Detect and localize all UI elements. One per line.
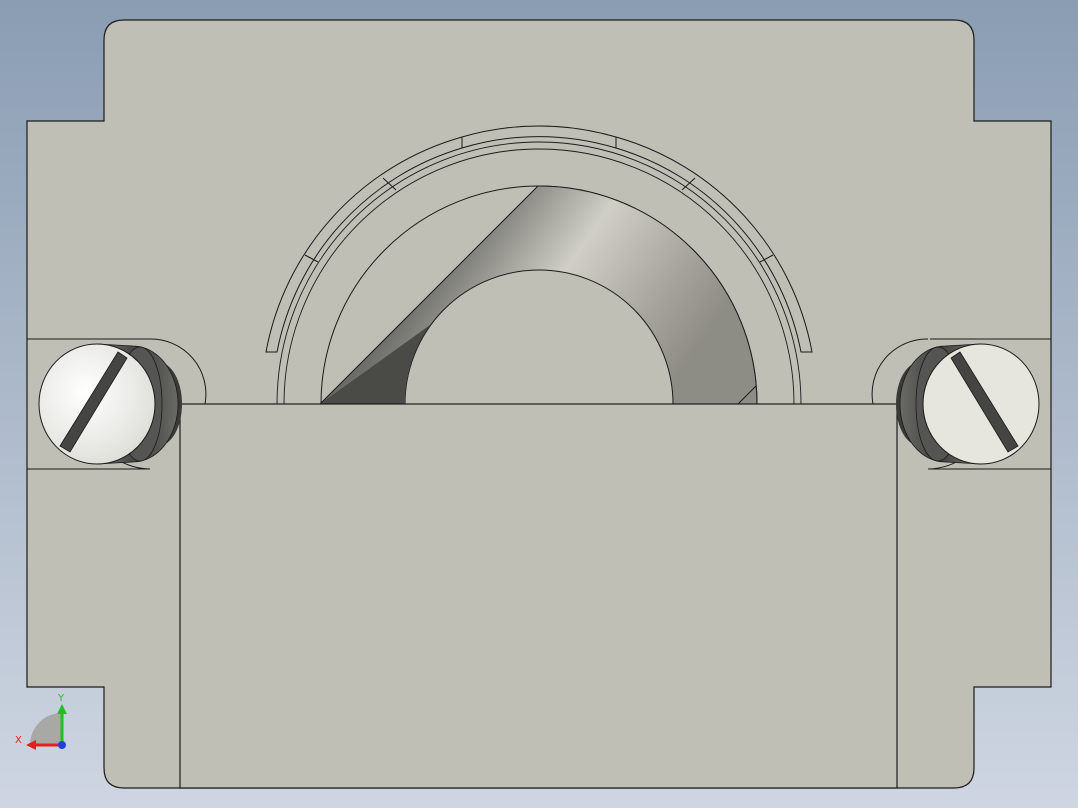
cad-viewport[interactable]: Y X bbox=[0, 0, 1078, 808]
front-cover-plate[interactable] bbox=[179, 403, 898, 789]
screw-right[interactable] bbox=[896, 343, 1040, 465]
screw-left[interactable] bbox=[38, 343, 182, 465]
triad-x-label: X bbox=[15, 735, 22, 746]
triad-z-axis bbox=[58, 741, 66, 749]
model-view[interactable]: Y X bbox=[0, 0, 1078, 808]
triad-y-label: Y bbox=[57, 693, 65, 704]
